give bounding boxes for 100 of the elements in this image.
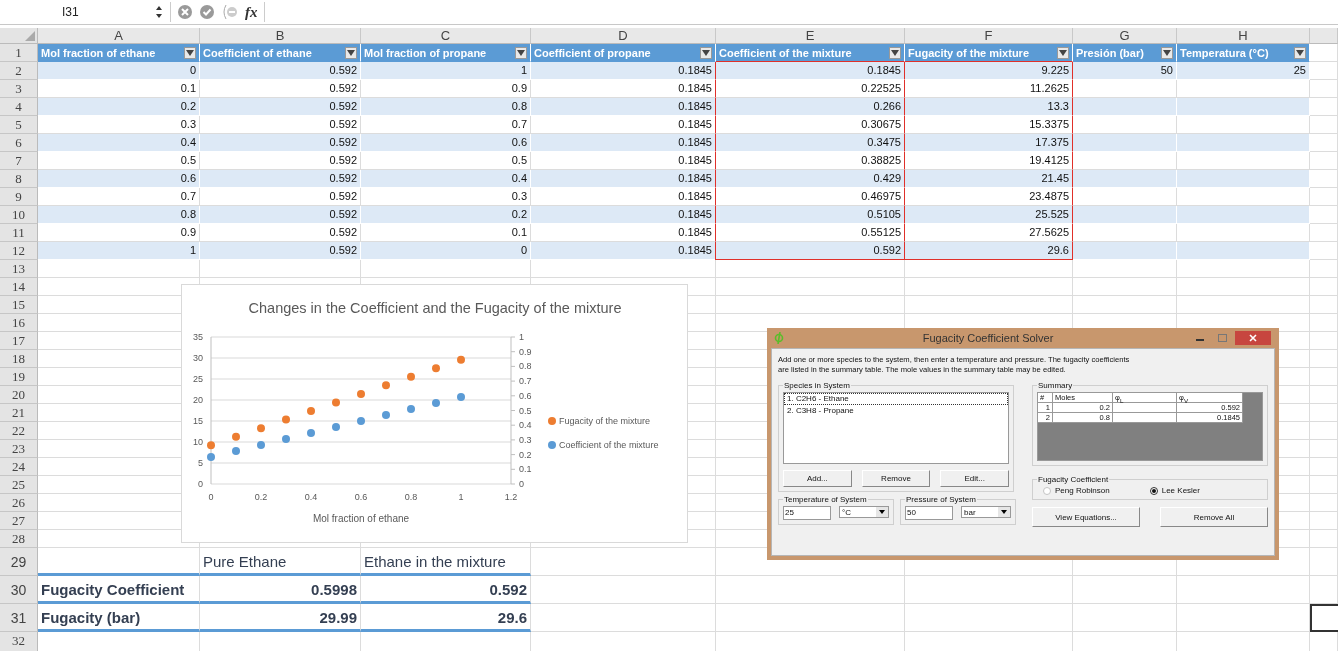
radio-label[interactable]: Peng Robinson [1055, 486, 1110, 495]
dialog-button[interactable]: Edit... [940, 470, 1009, 487]
row-header[interactable]: 16 [0, 314, 38, 332]
axis-tick-label: 0.9 [519, 346, 532, 357]
dialog-button[interactable]: Add... [783, 470, 852, 487]
table-cell: 0.1845 [531, 134, 716, 152]
dropdown-arrow-icon [1001, 510, 1007, 514]
input-field[interactable]: 25 [783, 506, 831, 520]
column-letter[interactable]: C [361, 28, 531, 44]
row-header[interactable]: 26 [0, 494, 38, 512]
row-header[interactable]: 28 [0, 530, 38, 548]
axis-tick-label: 1.2 [504, 492, 518, 502]
unit-dropdown[interactable]: bar [961, 506, 1011, 518]
dialog-button[interactable]: Remove [861, 470, 931, 487]
row-header[interactable]: 32 [0, 632, 38, 651]
filter-button[interactable] [345, 46, 357, 59]
axis-title: Mol fraction of ethane [312, 513, 410, 524]
filter-button[interactable] [515, 46, 527, 59]
row-header[interactable]: 24 [0, 458, 38, 476]
axis-tick-label: 0 [198, 479, 203, 489]
row-header[interactable]: 27 [0, 512, 38, 530]
unit-dropdown[interactable]: °C [839, 506, 889, 518]
row-header[interactable]: 1 [0, 44, 38, 62]
radio-label[interactable]: Lee Kesler [1161, 486, 1200, 495]
empty-cell [1310, 404, 1338, 422]
triangle-icon [25, 31, 35, 41]
column-letter[interactable]: A [38, 28, 200, 44]
row-header[interactable]: 2 [0, 62, 38, 80]
row-header[interactable]: 30 [0, 576, 38, 604]
column-letter[interactable]: E [716, 28, 905, 44]
filter-button[interactable] [1057, 46, 1069, 59]
row-header[interactable]: 29 [0, 548, 38, 576]
group-label: Fugacity Coefficient [1037, 475, 1110, 484]
axis-tick-label: 0.4 [304, 492, 318, 502]
species-item[interactable]: 1. C2H6 - Ethane [784, 393, 1008, 405]
row-header[interactable]: 3 [0, 80, 38, 98]
row-header[interactable]: 25 [0, 476, 38, 494]
species-item[interactable]: 2. C3H8 - Propane [784, 405, 1008, 417]
row-header[interactable]: 31 [0, 604, 38, 632]
filter-button[interactable] [700, 46, 712, 59]
active-cell[interactable] [1310, 604, 1338, 632]
row-header[interactable]: 23 [0, 440, 38, 458]
row-header[interactable]: 4 [0, 98, 38, 116]
filter-button[interactable] [1294, 46, 1306, 59]
table-cell: 0.4 [361, 170, 531, 188]
table-cell: 0.6 [361, 134, 531, 152]
table-cell: 0.592 [200, 62, 361, 80]
dialog-button[interactable]: View Equations... [1032, 507, 1140, 527]
caret-icon [347, 49, 355, 56]
table-cell: 0.46975 [715, 188, 905, 206]
name-box[interactable]: I31 [0, 5, 118, 19]
function-label[interactable]: fx [245, 3, 258, 21]
axis-tick-label: 5 [198, 458, 203, 468]
row-header[interactable]: 6 [0, 134, 38, 152]
group-label: Summary [1037, 381, 1074, 390]
row-header[interactable]: 10 [0, 206, 38, 224]
row-header[interactable]: 21 [0, 404, 38, 422]
spinner-icon[interactable] [154, 5, 164, 19]
row-header[interactable]: 11 [0, 224, 38, 242]
row-header[interactable]: 20 [0, 386, 38, 404]
close-button[interactable] [1235, 331, 1271, 345]
row-header[interactable]: 9 [0, 188, 38, 206]
row-header[interactable]: 22 [0, 422, 38, 440]
caret-icon [702, 49, 710, 56]
input-field[interactable]: 50 [905, 506, 953, 520]
chart-title: Changes in the Coefficient and the Fugacity of the mixture [248, 300, 622, 316]
column-letter[interactable]: D [531, 28, 716, 44]
table-cell: 0.5 [38, 152, 200, 170]
check-icon[interactable] [199, 4, 215, 20]
column-letter[interactable]: H [1177, 28, 1310, 44]
column-letter[interactable]: G [1073, 28, 1177, 44]
column-letter[interactable]: B [200, 28, 361, 44]
empty-cell [1310, 512, 1338, 530]
row-header[interactable]: 7 [0, 152, 38, 170]
row-header[interactable]: 14 [0, 278, 38, 296]
row-header[interactable]: 13 [0, 260, 38, 278]
table-cell: 0.3 [361, 188, 531, 206]
dialog-button[interactable]: Remove All [1160, 507, 1268, 527]
empty-cell [1310, 260, 1338, 278]
group-label: Pressure of System [905, 495, 977, 504]
axis-tick-label: 1 [458, 492, 464, 502]
column-header: Coefficient of the mixture [719, 46, 852, 59]
filter-button[interactable] [889, 46, 901, 59]
row-header[interactable]: 17 [0, 332, 38, 350]
cancel-icon[interactable] [177, 4, 193, 20]
table-cell: 0.592 [361, 576, 531, 604]
filter-button[interactable] [1161, 46, 1173, 59]
table-cell: 29.6 [904, 242, 1073, 260]
row-header[interactable]: 12 [0, 242, 38, 260]
table-cell: 0 [38, 62, 200, 80]
row-header[interactable]: 5 [0, 116, 38, 134]
row-header[interactable]: 18 [0, 350, 38, 368]
column-letter[interactable]: F [905, 28, 1073, 44]
table-cell: 23.4875 [904, 188, 1073, 206]
table-cell: 0.592 [200, 188, 361, 206]
row-header[interactable]: 8 [0, 170, 38, 188]
radio-button[interactable] [1149, 486, 1158, 495]
row-header[interactable]: 15 [0, 296, 38, 314]
filter-button[interactable] [184, 46, 196, 59]
row-header[interactable]: 19 [0, 368, 38, 386]
